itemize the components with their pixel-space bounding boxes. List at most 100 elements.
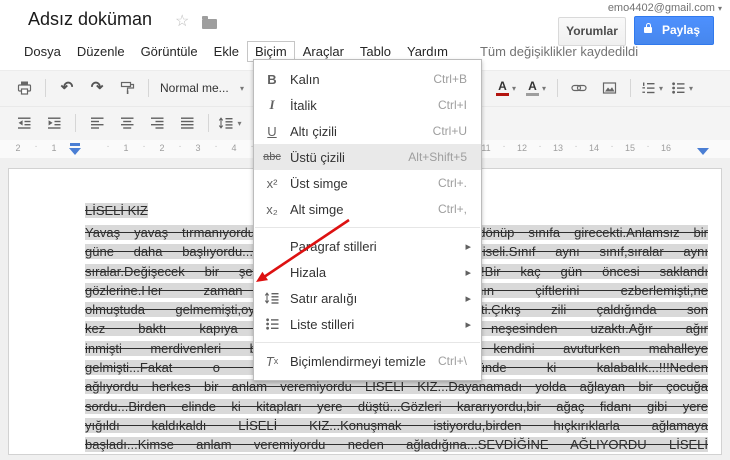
ruler-number: 2 (15, 143, 21, 153)
menu-item-label: Liste stilleri (290, 316, 355, 332)
format-menu-item[interactable]: x² Üst simge Ctrl+. (254, 170, 481, 196)
document-title[interactable]: Adsız doküman (28, 9, 152, 30)
menu-item-label: Kalın (290, 71, 320, 87)
indent-decrease-icon[interactable] (10, 111, 38, 135)
styles-dropdown[interactable]: Normal me... ▾ (156, 76, 248, 100)
toolbar-separator (208, 114, 209, 132)
format-menu-item[interactable]: abc Üstü çizili Alt+Shift+5 (254, 144, 481, 170)
print-icon[interactable] (10, 76, 38, 100)
ruler-tick: · (106, 141, 110, 152)
paint-format-icon[interactable] (113, 76, 141, 100)
format-menu-item[interactable]: Paragraf stilleri ▸ (254, 233, 481, 259)
menu-item-label: Altı çizili (290, 123, 337, 139)
highlight-icon[interactable]: A ▾ (522, 76, 550, 100)
account-email-text: emo4402@gmail.com (607, 2, 715, 14)
strikethrough-icon: abc (263, 151, 281, 163)
menu-separator (255, 342, 480, 343)
menu-item-label: Paragraf stilleri (290, 238, 377, 254)
menu-item-label: Üst simge (290, 175, 348, 191)
right-indent-marker[interactable] (697, 148, 709, 155)
menu-shortcut: Ctrl+B (433, 72, 467, 86)
doc-heading[interactable]: LİSELİ KIZ (85, 203, 148, 218)
ruler-tick: · (214, 141, 218, 152)
doc-line[interactable]: başladı...Kimse anlam veremiyordu neden … (85, 435, 708, 454)
menu-shortcut: Ctrl+. (437, 176, 467, 190)
account-email[interactable]: emo4402@gmail.com ▾ (608, 2, 722, 14)
ruler-tick: · (142, 141, 146, 152)
menu-shortcut: Ctrl+U (432, 124, 467, 138)
line-spacing-icon[interactable]: ▾ (216, 111, 244, 135)
menu-item-label: Satır aralığı (290, 290, 358, 306)
account-dropdown-icon: ▾ (717, 4, 722, 13)
format-menu-item[interactable]: I İtalik Ctrl+I (254, 92, 481, 118)
menu-separator (255, 227, 480, 228)
format-menu-item[interactable]: x₂ Alt simge Ctrl+, (254, 196, 481, 222)
redo-icon[interactable]: ↷ (83, 76, 111, 100)
folder-icon[interactable] (202, 16, 217, 29)
submenu-arrow-icon: ▸ (465, 292, 471, 305)
first-line-indent-marker[interactable] (70, 143, 80, 146)
menu-shortcut: Ctrl+\ (437, 354, 467, 368)
text-color-icon[interactable]: A ▾ (492, 76, 520, 100)
submenu-arrow-icon: ▸ (465, 318, 471, 331)
format-menu-item[interactable]: B Kalın Ctrl+B (254, 66, 481, 92)
format-menu-item[interactable]: Tx Biçimlendirmeyi temizle Ctrl+\ (254, 348, 481, 374)
menu-shortcut: Alt+Shift+5 (408, 150, 467, 164)
superscript-icon: x² (266, 175, 278, 191)
toolbar-group-right: A ▾ A ▾ ▾ ▾ (492, 71, 696, 105)
toolbar-group-left: ↶ ↷ Normal me... ▾ (10, 71, 261, 105)
menu-item-label: Biçimlendirmeyi temizle (290, 353, 426, 369)
ruler-number: 12 (516, 143, 528, 153)
align-left-icon[interactable] (83, 111, 111, 135)
share-button[interactable]: Paylaş (634, 16, 714, 45)
menu-item-label: İtalik (290, 97, 317, 113)
ruler-number: 1 (51, 143, 57, 153)
star-icon[interactable]: ☆ (175, 11, 189, 31)
selected-text: sordu...Birden elinde ki kitapları yere … (85, 398, 708, 414)
ruler-number: 13 (552, 143, 564, 153)
ruler-number: 16 (660, 143, 672, 153)
align-justify-icon[interactable] (173, 111, 201, 135)
selected-text: yığıldı kaldıkaldı LİSELİ KIZ...Konuşmak… (85, 417, 708, 433)
ruler-tick: · (34, 141, 38, 152)
save-status: Tüm değişiklikler kaydedildi (479, 43, 639, 59)
ruler-tick: · (178, 141, 182, 152)
numbered-list-icon[interactable]: ▾ (638, 76, 666, 100)
menubar-item-2[interactable]: Görüntüle (133, 41, 206, 62)
ruler-number: 15 (624, 143, 636, 153)
format-menu-item[interactable]: U Altı çizili Ctrl+U (254, 118, 481, 144)
doc-line[interactable]: yığıldı kaldıkaldı LİSELİ KIZ...Konuşmak… (85, 416, 708, 435)
menu-item-label: Üstü çizili (290, 149, 345, 165)
menu-shortcut: Ctrl+, (437, 202, 467, 216)
ruler-tick: · (646, 141, 650, 152)
align-center-icon[interactable] (113, 111, 141, 135)
format-menu-item[interactable]: Satır aralığı ▸ (254, 285, 481, 311)
chevron-down-icon: ▾ (511, 83, 516, 93)
list-styles-icon (254, 317, 290, 331)
doc-line[interactable]: sordu...Birden elinde ki kitapları yere … (85, 397, 708, 416)
chevron-down-icon: ▾ (658, 83, 663, 93)
format-menu-item[interactable]: Liste stilleri ▸ (254, 311, 481, 337)
bullet-list-icon[interactable]: ▾ (668, 76, 696, 100)
ruler-tick: · (502, 141, 506, 152)
menubar-item-3[interactable]: Ekle (206, 41, 247, 62)
align-right-icon[interactable] (143, 111, 171, 135)
selected-text: ağlıyordu herkes bir anlam veremiyordu L… (85, 379, 708, 395)
menubar-item-1[interactable]: Düzenle (69, 41, 133, 62)
insert-image-icon[interactable] (595, 76, 623, 100)
lock-icon (644, 23, 652, 33)
selected-text: başladı...Kimse anlam veremiyordu neden … (85, 437, 708, 453)
bold-icon: B (267, 71, 277, 87)
submenu-arrow-icon: ▸ (465, 240, 471, 253)
chevron-down-icon: ▾ (688, 83, 693, 93)
menubar-item-0[interactable]: Dosya (16, 41, 69, 62)
left-indent-marker[interactable] (69, 148, 81, 155)
link-icon[interactable] (565, 76, 593, 100)
subscript-icon: x₂ (266, 201, 278, 217)
format-menu: B Kalın Ctrl+B I İtalik Ctrl+I U Altı çizili Ctr… (254, 66, 481, 374)
indent-increase-icon[interactable] (40, 111, 68, 135)
menu-item-label: Hizala (290, 264, 327, 280)
toolbar-separator (75, 114, 76, 132)
undo-icon[interactable]: ↶ (53, 76, 81, 100)
format-menu-item[interactable]: Hizala ▸ (254, 259, 481, 285)
